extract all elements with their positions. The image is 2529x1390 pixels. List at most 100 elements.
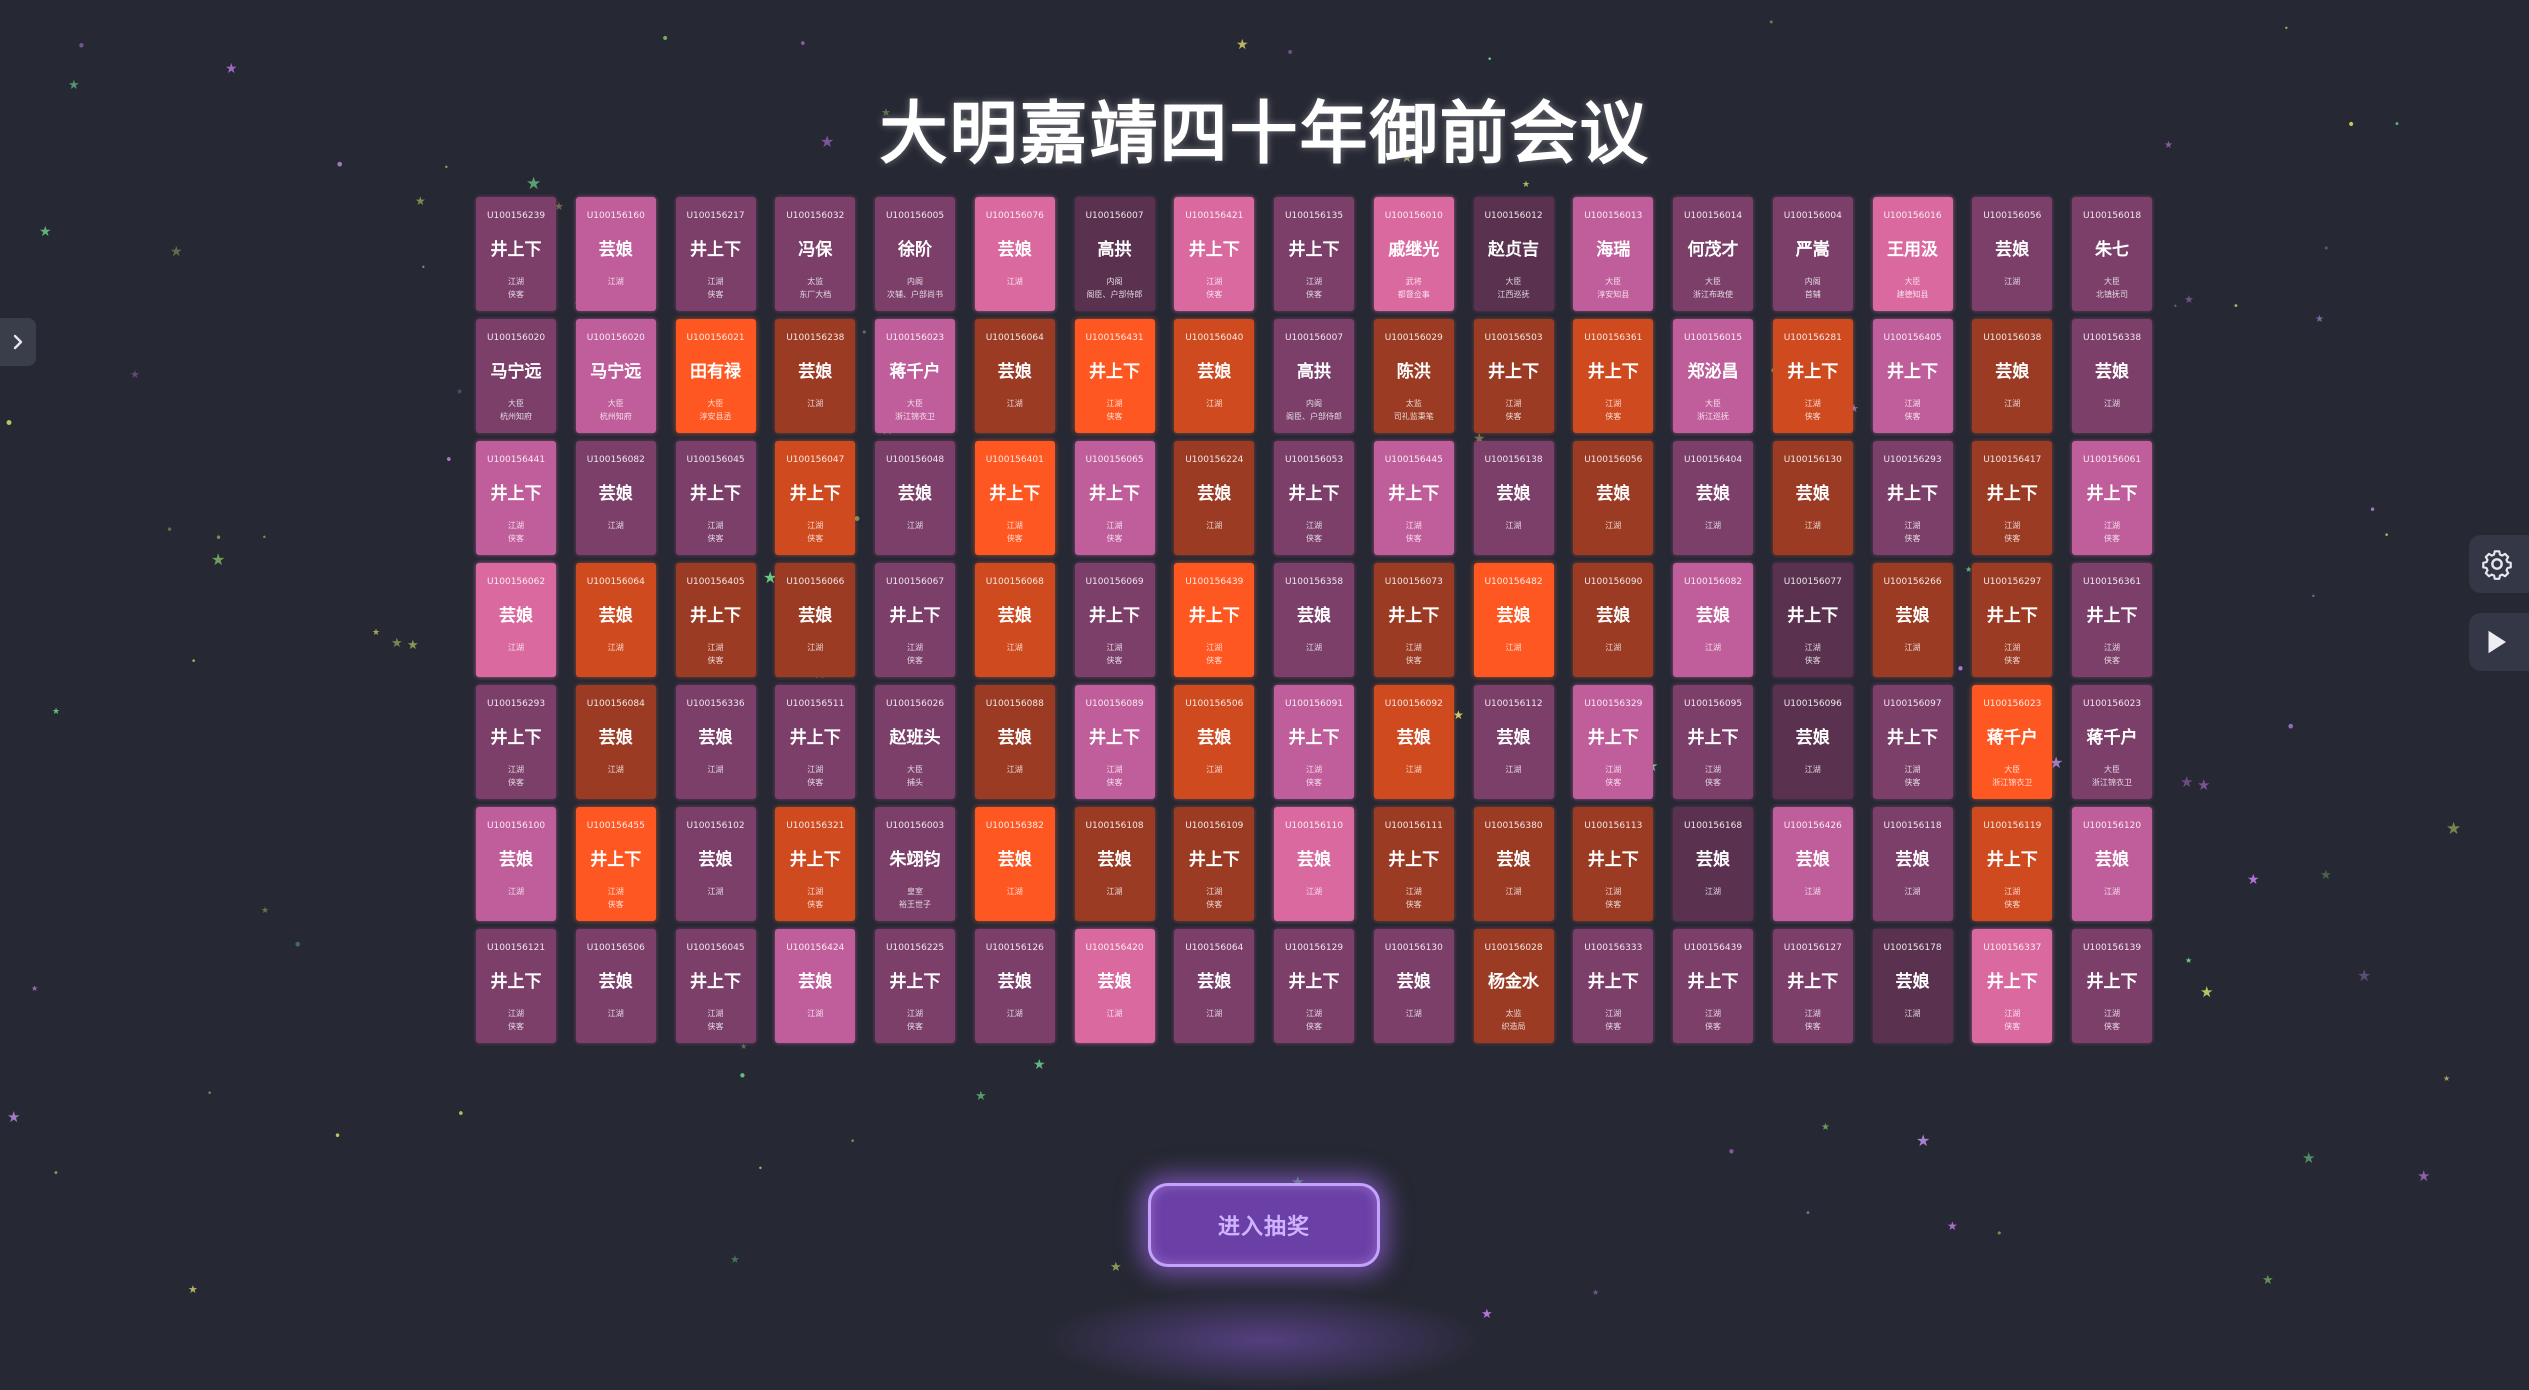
participant-card[interactable]: U100156178 芸娘 江湖 <box>1872 929 1953 1043</box>
participant-card[interactable]: U100156506 芸娘 江湖 <box>575 929 656 1043</box>
participant-card[interactable]: U100156110 芸娘 江湖 <box>1274 807 1354 921</box>
participant-card[interactable]: U100156061 井上下 江湖 侠客 <box>2072 441 2152 555</box>
participant-card[interactable]: U100156032 冯保 太监 东厂大档 <box>775 197 856 311</box>
participant-card[interactable]: U100156064 芸娘 江湖 <box>1174 929 1255 1043</box>
participant-card[interactable]: U100156121 井上下 江湖 侠客 <box>476 929 556 1043</box>
settings-button[interactable] <box>2469 535 2529 593</box>
participant-card[interactable]: U100156503 井上下 江湖 侠客 <box>1473 319 1554 433</box>
participant-card[interactable]: U100156130 芸娘 江湖 <box>1373 929 1454 1043</box>
participant-card[interactable]: U100156023 蒋千户 大臣 浙江锦衣卫 <box>875 319 955 433</box>
participant-card[interactable]: U100156029 陈洪 太监 司礼监秉笔 <box>1373 319 1454 433</box>
participant-card[interactable]: U100156421 井上下 江湖 侠客 <box>1174 197 1255 311</box>
participant-card[interactable]: U100156135 井上下 江湖 侠客 <box>1274 197 1354 311</box>
participant-card[interactable]: U100156130 芸娘 江湖 <box>1772 441 1853 555</box>
participant-card[interactable]: U100156506 芸娘 江湖 <box>1174 685 1255 799</box>
participant-card[interactable]: U100156065 井上下 江湖 侠客 <box>1074 441 1155 555</box>
participant-card[interactable]: U100156417 井上下 江湖 侠客 <box>1972 441 2053 555</box>
participant-card[interactable]: U100156068 芸娘 江湖 <box>974 563 1055 677</box>
participant-card[interactable]: U100156217 井上下 江湖 侠客 <box>675 197 756 311</box>
participant-card[interactable]: U100156293 井上下 江湖 侠客 <box>1872 441 1953 555</box>
participant-card[interactable]: U100156431 井上下 江湖 侠客 <box>1074 319 1155 433</box>
participant-card[interactable]: U100156089 井上下 江湖 侠客 <box>1074 685 1155 799</box>
participant-card[interactable]: U100156445 井上下 江湖 侠客 <box>1373 441 1454 555</box>
participant-card[interactable]: U100156382 芸娘 江湖 <box>974 807 1055 921</box>
participant-card[interactable]: U100156023 蒋千户 大臣 浙江锦衣卫 <box>1972 685 2053 799</box>
participant-card[interactable]: U100156045 井上下 江湖 侠客 <box>675 441 756 555</box>
participant-card[interactable]: U100156066 芸娘 江湖 <box>775 563 856 677</box>
participant-card[interactable]: U100156007 高拱 内阁 阁臣、户部侍郎 <box>1274 319 1354 433</box>
participant-card[interactable]: U100156067 井上下 江湖 侠客 <box>875 563 955 677</box>
participant-card[interactable]: U100156020 马宁远 大臣 杭州知府 <box>575 319 656 433</box>
participant-card[interactable]: U100156026 赵班头 大臣 捕头 <box>875 685 955 799</box>
participant-card[interactable]: U100156092 芸娘 江湖 <box>1373 685 1454 799</box>
enter-lottery-button[interactable]: 进入抽奖 <box>1148 1183 1380 1267</box>
participant-card[interactable]: U100156239 井上下 江湖 侠客 <box>476 197 556 311</box>
participant-card[interactable]: U100156073 井上下 江湖 侠客 <box>1373 563 1454 677</box>
participant-card[interactable]: U100156056 芸娘 江湖 <box>1972 197 2053 311</box>
participant-card[interactable]: U100156405 井上下 江湖 侠客 <box>675 563 756 677</box>
participant-card[interactable]: U100156014 何茂才 大臣 浙江布政使 <box>1673 197 1753 311</box>
participant-card[interactable]: U100156160 芸娘 江湖 <box>575 197 656 311</box>
participant-card[interactable]: U100156511 井上下 江湖 侠客 <box>775 685 856 799</box>
participant-card[interactable]: U100156020 马宁远 大臣 杭州知府 <box>476 319 556 433</box>
participant-card[interactable]: U100156028 杨金水 太监 织造局 <box>1473 929 1554 1043</box>
participant-card[interactable]: U100156040 芸娘 江湖 <box>1174 319 1255 433</box>
participant-card[interactable]: U100156108 芸娘 江湖 <box>1074 807 1155 921</box>
participant-card[interactable]: U100156100 芸娘 江湖 <box>476 807 556 921</box>
participant-card[interactable]: U100156401 井上下 江湖 侠客 <box>974 441 1055 555</box>
participant-card[interactable]: U100156112 芸娘 江湖 <box>1473 685 1554 799</box>
participant-card[interactable]: U100156120 芸娘 江湖 <box>2072 807 2152 921</box>
participant-card[interactable]: U100156096 芸娘 江湖 <box>1772 685 1853 799</box>
participant-card[interactable]: U100156281 井上下 江湖 侠客 <box>1772 319 1853 433</box>
participant-card[interactable]: U100156095 井上下 江湖 侠客 <box>1673 685 1753 799</box>
participant-card[interactable]: U100156361 井上下 江湖 侠客 <box>1573 319 1654 433</box>
participant-card[interactable]: U100156012 赵贞吉 大臣 江西巡抚 <box>1473 197 1554 311</box>
participant-card[interactable]: U100156126 芸娘 江湖 <box>974 929 1055 1043</box>
participant-card[interactable]: U100156064 芸娘 江湖 <box>974 319 1055 433</box>
participant-card[interactable]: U100156005 徐阶 内阁 次辅、户部尚书 <box>875 197 955 311</box>
participant-card[interactable]: U100156336 芸娘 江湖 <box>675 685 756 799</box>
participant-card[interactable]: U100156076 芸娘 江湖 <box>974 197 1055 311</box>
participant-card[interactable]: U100156013 海瑞 大臣 淳安知县 <box>1573 197 1654 311</box>
participant-card[interactable]: U100156097 井上下 江湖 侠客 <box>1872 685 1953 799</box>
participant-card[interactable]: U100156045 井上下 江湖 侠客 <box>675 929 756 1043</box>
participant-card[interactable]: U100156056 芸娘 江湖 <box>1573 441 1654 555</box>
participant-card[interactable]: U100156109 井上下 江湖 侠客 <box>1174 807 1255 921</box>
participant-card[interactable]: U100156129 井上下 江湖 侠客 <box>1274 929 1354 1043</box>
participant-card[interactable]: U100156361 井上下 江湖 侠客 <box>2072 563 2152 677</box>
participant-card[interactable]: U100156053 井上下 江湖 侠客 <box>1274 441 1354 555</box>
participant-card[interactable]: U100156168 芸娘 江湖 <box>1673 807 1753 921</box>
participant-card[interactable]: U100156111 井上下 江湖 侠客 <box>1373 807 1454 921</box>
participant-card[interactable]: U100156010 戚继光 武将 都督佥事 <box>1373 197 1454 311</box>
participant-card[interactable]: U100156113 井上下 江湖 侠客 <box>1573 807 1654 921</box>
participant-card[interactable]: U100156023 蒋千户 大臣 浙江锦衣卫 <box>2072 685 2152 799</box>
participant-card[interactable]: U100156018 朱七 大臣 北镇抚司 <box>2072 197 2152 311</box>
participant-card[interactable]: U100156358 芸娘 江湖 <box>1274 563 1354 677</box>
participant-card[interactable]: U100156321 井上下 江湖 侠客 <box>775 807 856 921</box>
participant-card[interactable]: U100156090 芸娘 江湖 <box>1573 563 1654 677</box>
participant-card[interactable]: U100156380 芸娘 江湖 <box>1473 807 1554 921</box>
participant-card[interactable]: U100156439 井上下 江湖 侠客 <box>1673 929 1753 1043</box>
participant-card[interactable]: U100156455 井上下 江湖 侠客 <box>575 807 656 921</box>
participant-card[interactable]: U100156405 井上下 江湖 侠客 <box>1872 319 1953 433</box>
participant-card[interactable]: U100156139 井上下 江湖 侠客 <box>2072 929 2152 1043</box>
participant-card[interactable]: U100156420 芸娘 江湖 <box>1074 929 1155 1043</box>
participant-card[interactable]: U100156293 井上下 江湖 侠客 <box>476 685 556 799</box>
participant-card[interactable]: U100156038 芸娘 江湖 <box>1972 319 2053 433</box>
participant-card[interactable]: U100156047 井上下 江湖 侠客 <box>775 441 856 555</box>
participant-card[interactable]: U100156329 井上下 江湖 侠客 <box>1573 685 1654 799</box>
participant-card[interactable]: U100156069 井上下 江湖 侠客 <box>1074 563 1155 677</box>
participant-card[interactable]: U100156439 井上下 江湖 侠客 <box>1174 563 1255 677</box>
participant-card[interactable]: U100156077 井上下 江湖 侠客 <box>1772 563 1853 677</box>
participant-card[interactable]: U100156404 芸娘 江湖 <box>1673 441 1753 555</box>
participant-card[interactable]: U100156102 芸娘 江湖 <box>675 807 756 921</box>
participant-card[interactable]: U100156482 芸娘 江湖 <box>1473 563 1554 677</box>
sidebar-toggle-button[interactable] <box>0 318 36 366</box>
participant-card[interactable]: U100156333 井上下 江湖 侠客 <box>1573 929 1654 1043</box>
participant-card[interactable]: U100156297 井上下 江湖 侠客 <box>1972 563 2053 677</box>
participant-card[interactable]: U100156337 井上下 江湖 侠客 <box>1972 929 2053 1043</box>
participant-card[interactable]: U100156088 芸娘 江湖 <box>974 685 1055 799</box>
play-button[interactable] <box>2469 613 2529 671</box>
participant-card[interactable]: U100156266 芸娘 江湖 <box>1872 563 1953 677</box>
participant-card[interactable]: U100156064 芸娘 江湖 <box>575 563 656 677</box>
